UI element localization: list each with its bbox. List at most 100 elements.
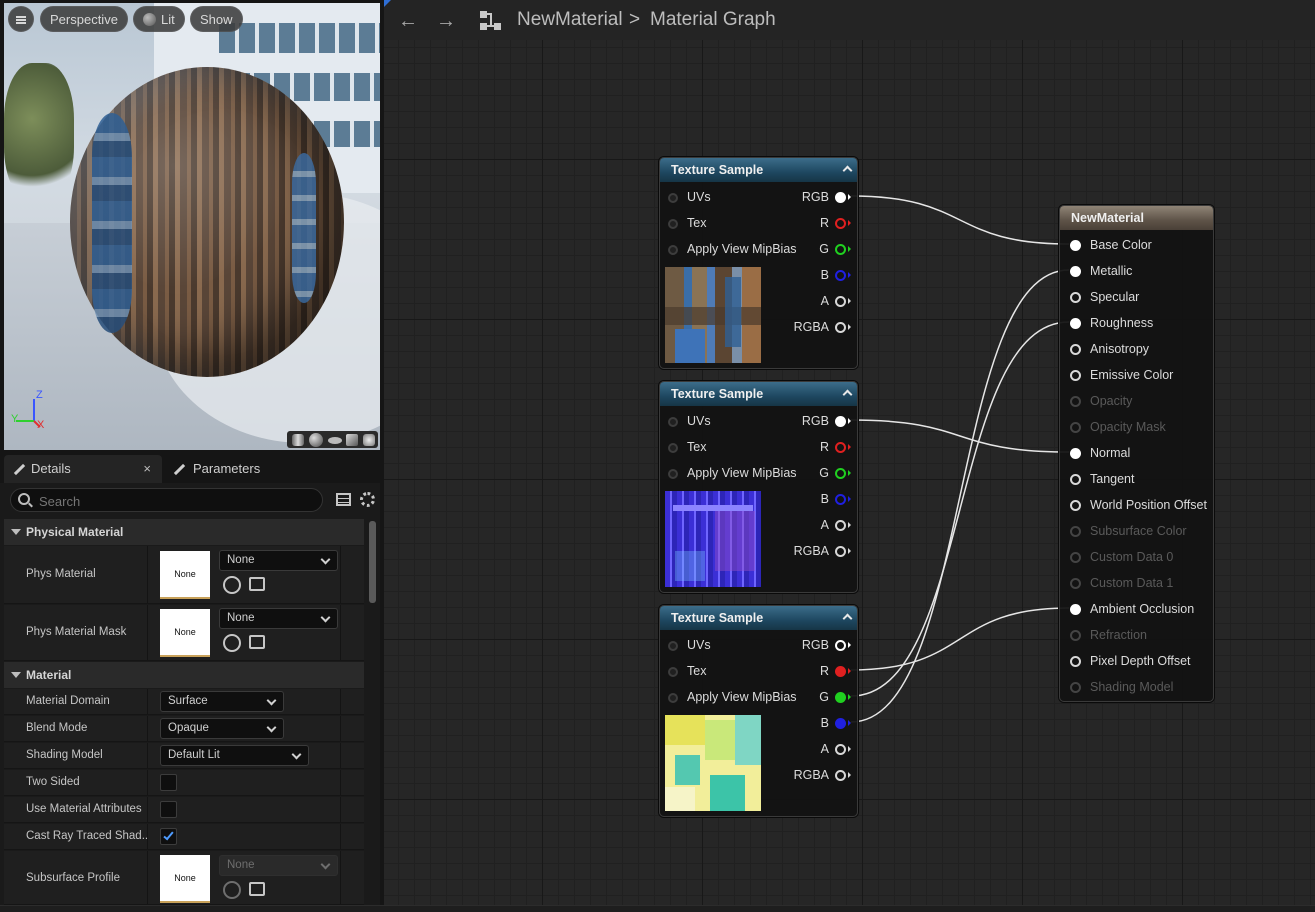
- shading-model-dropdown[interactable]: Default Lit: [160, 745, 309, 766]
- material-domain-dropdown[interactable]: Surface: [160, 691, 284, 712]
- use-selected-icon[interactable]: [223, 576, 241, 594]
- input-pin-apply-view-mipbias[interactable]: Apply View MipBias: [668, 466, 797, 480]
- phys-material-mask-dropdown[interactable]: None: [219, 608, 338, 629]
- material-input-custom-data-0[interactable]: Custom Data 0: [1070, 550, 1173, 564]
- collapse-icon[interactable]: [842, 165, 853, 176]
- pin-socket-icon[interactable]: [1070, 656, 1081, 667]
- show-button[interactable]: Show: [190, 6, 243, 32]
- pin-socket-icon[interactable]: [1070, 630, 1081, 641]
- blend-mode-dropdown[interactable]: Opaque: [160, 718, 284, 739]
- pin-socket-icon[interactable]: [1070, 370, 1081, 381]
- output-pin-rgba-socket-icon[interactable]: [835, 322, 846, 333]
- pin-socket-icon[interactable]: [668, 193, 678, 203]
- breadcrumb-graph[interactable]: Material Graph: [650, 9, 776, 31]
- pin-socket-icon[interactable]: [1070, 240, 1081, 251]
- material-input-ambient-occlusion[interactable]: Ambient Occlusion: [1070, 602, 1194, 616]
- material-input-roughness[interactable]: Roughness: [1070, 316, 1153, 330]
- pin-socket-icon[interactable]: [668, 417, 678, 427]
- node-header[interactable]: Texture Sample: [660, 382, 857, 406]
- preview-viewport[interactable]: Perspective Lit Show Z Y X: [4, 3, 380, 450]
- output-pin-rgba-socket-icon[interactable]: [835, 770, 846, 781]
- section-material[interactable]: Material: [4, 662, 364, 688]
- output-pin-b-socket-icon[interactable]: [835, 718, 846, 729]
- arrow-left-icon[interactable]: ←: [398, 10, 418, 33]
- material-input-custom-data-1[interactable]: Custom Data 1: [1070, 576, 1173, 590]
- output-pin-rgb-socket-icon[interactable]: [835, 640, 846, 651]
- details-scrollbar[interactable]: [369, 521, 376, 603]
- material-input-emissive-color[interactable]: Emissive Color: [1070, 368, 1173, 382]
- output-pin-a-socket-icon[interactable]: [835, 296, 846, 307]
- pin-socket-icon[interactable]: [1070, 396, 1081, 407]
- texture-sample-node[interactable]: Texture Sample UVs Tex Apply View MipBias R…: [659, 605, 858, 817]
- connection-wire[interactable]: [850, 419, 1070, 453]
- connection-wire[interactable]: [850, 607, 1070, 671]
- pin-socket-icon[interactable]: [668, 641, 678, 651]
- cylinder-icon[interactable]: [292, 434, 304, 446]
- details-search[interactable]: [10, 488, 323, 512]
- texture-sample-node[interactable]: Texture Sample UVs Tex Apply View MipBias R…: [659, 157, 858, 369]
- cube-icon[interactable]: [346, 434, 358, 446]
- material-input-subsurface-color[interactable]: Subsurface Color: [1070, 524, 1187, 538]
- pin-socket-icon[interactable]: [1070, 526, 1081, 537]
- output-pin-rgb-socket-icon[interactable]: [835, 192, 846, 203]
- input-pin-tex[interactable]: Tex: [668, 664, 706, 678]
- pin-socket-icon[interactable]: [1070, 578, 1081, 589]
- section-physical-material[interactable]: Physical Material: [4, 519, 364, 545]
- output-pin-g-socket-icon[interactable]: [835, 244, 846, 255]
- output-pin-rgba-socket-icon[interactable]: [835, 546, 846, 557]
- material-input-shading-model[interactable]: Shading Model: [1070, 680, 1173, 694]
- input-pin-uvs[interactable]: UVs: [668, 414, 711, 428]
- output-pin-r-socket-icon[interactable]: [835, 218, 846, 229]
- gear-icon[interactable]: [360, 492, 375, 507]
- output-pin-rgb-socket-icon[interactable]: [835, 416, 846, 427]
- browse-folder-icon[interactable]: [249, 635, 265, 649]
- pin-socket-icon[interactable]: [1070, 422, 1081, 433]
- teapot-icon[interactable]: [363, 434, 375, 446]
- pin-socket-icon[interactable]: [1070, 344, 1081, 355]
- plane-icon[interactable]: [328, 437, 342, 444]
- output-pin-a-socket-icon[interactable]: [835, 520, 846, 531]
- phys-material-thumbnail[interactable]: None: [160, 551, 210, 599]
- material-input-opacity-mask[interactable]: Opacity Mask: [1070, 420, 1166, 434]
- input-pin-tex[interactable]: Tex: [668, 440, 706, 454]
- pin-socket-icon[interactable]: [1070, 604, 1081, 615]
- input-pin-tex[interactable]: Tex: [668, 216, 706, 230]
- input-pin-apply-view-mipbias[interactable]: Apply View MipBias: [668, 690, 797, 704]
- pin-socket-icon[interactable]: [1070, 552, 1081, 563]
- input-pin-uvs[interactable]: UVs: [668, 190, 711, 204]
- output-pin-b-socket-icon[interactable]: [835, 270, 846, 281]
- perspective-button[interactable]: Perspective: [40, 6, 128, 32]
- connection-wire[interactable]: [850, 321, 1070, 697]
- material-graph-canvas[interactable]: ← → NewMaterial > Material Graph Texture…: [384, 0, 1315, 905]
- pin-socket-icon[interactable]: [668, 693, 678, 703]
- collapse-icon[interactable]: [842, 389, 853, 400]
- use-selected-icon[interactable]: [223, 634, 241, 652]
- pin-socket-icon[interactable]: [1070, 448, 1081, 459]
- pin-socket-icon[interactable]: [1070, 474, 1081, 485]
- pin-socket-icon[interactable]: [1070, 318, 1081, 329]
- use-material-attributes-checkbox[interactable]: [160, 801, 177, 818]
- pin-socket-icon[interactable]: [1070, 682, 1081, 693]
- viewport-menu-button[interactable]: [8, 6, 34, 32]
- browse-folder-icon[interactable]: [249, 882, 265, 896]
- output-pin-g-socket-icon[interactable]: [835, 468, 846, 479]
- texture-sample-node[interactable]: Texture Sample UVs Tex Apply View MipBias R…: [659, 381, 858, 593]
- phys-material-mask-thumbnail[interactable]: None: [160, 609, 210, 657]
- subsurface-profile-thumbnail[interactable]: None: [160, 855, 210, 903]
- breadcrumb-material[interactable]: NewMaterial: [517, 9, 623, 31]
- material-input-specular[interactable]: Specular: [1070, 290, 1139, 304]
- table-view-icon[interactable]: [336, 493, 351, 506]
- material-input-pixel-depth-offset[interactable]: Pixel Depth Offset: [1070, 654, 1191, 668]
- pin-socket-icon[interactable]: [1070, 500, 1081, 511]
- material-input-metallic[interactable]: Metallic: [1070, 264, 1132, 278]
- material-input-tangent[interactable]: Tangent: [1070, 472, 1134, 486]
- output-pin-g-socket-icon[interactable]: [835, 692, 846, 703]
- subsurface-profile-dropdown[interactable]: None: [219, 855, 338, 876]
- input-pin-uvs[interactable]: UVs: [668, 638, 711, 652]
- tab-parameters[interactable]: Parameters: [168, 455, 288, 483]
- node-header[interactable]: Texture Sample: [660, 158, 857, 182]
- node-header[interactable]: NewMaterial: [1060, 206, 1213, 230]
- search-input[interactable]: [39, 492, 309, 510]
- pin-socket-icon[interactable]: [668, 667, 678, 677]
- pin-socket-icon[interactable]: [1070, 292, 1081, 303]
